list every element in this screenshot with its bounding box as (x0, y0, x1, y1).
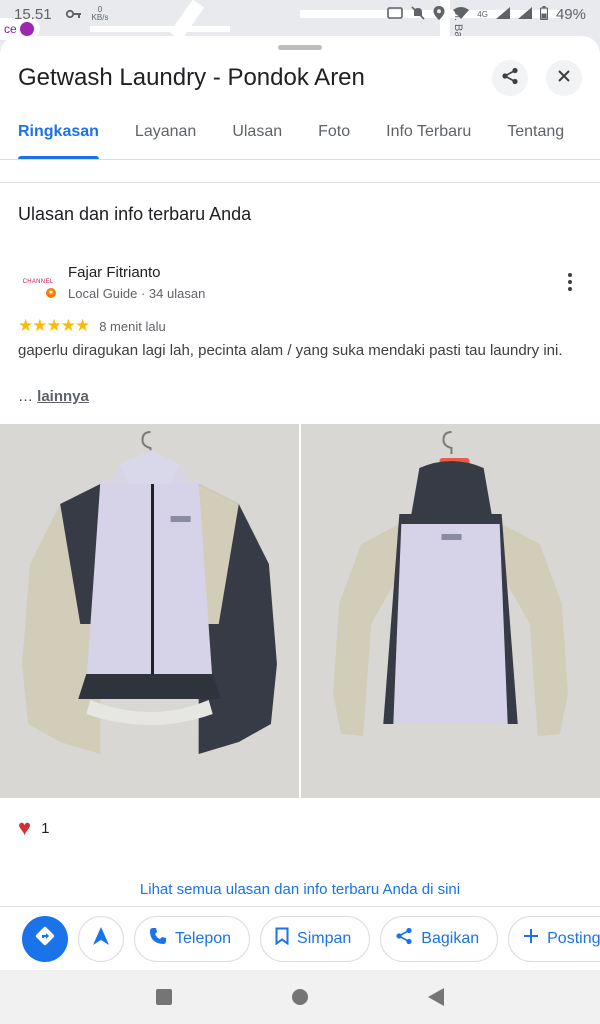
reviewer-name[interactable]: Fajar Fitrianto (68, 264, 161, 281)
tab-ringkasan[interactable]: Ringkasan (0, 108, 117, 159)
navigation-arrow-icon (93, 927, 109, 950)
place-title: Getwash Laundry - Pondok Aren (18, 64, 365, 91)
review-text: gaperlu diragukan lagi lah, pecinta alam… (18, 342, 563, 359)
see-all-reviews-link[interactable]: Lihat semua ulasan dan info terbaru Anda… (0, 881, 600, 898)
plus-icon (523, 928, 539, 949)
section-divider (0, 182, 600, 183)
bookmark-icon (275, 927, 289, 950)
more-vert-icon-dot (568, 287, 572, 291)
mute-icon (411, 5, 425, 23)
review-ellipsis: … (18, 388, 33, 405)
more-vert-icon-dot (568, 280, 572, 284)
close-icon (557, 69, 571, 88)
share-icon (501, 67, 519, 90)
reaction-count: 1 (41, 819, 50, 837)
start-navigation-button[interactable] (78, 915, 124, 962)
avatar-logo-text: CHANNEL (22, 279, 54, 285)
call-label: Telepon (175, 929, 232, 947)
post-label: Posting (547, 929, 600, 947)
tab-layanan[interactable]: Layanan (117, 108, 214, 159)
review-header: CHANNEL Fajar Fitrianto Local Guide · 34… (18, 262, 582, 306)
read-more-link[interactable]: lainnya (37, 388, 89, 405)
cast-icon (387, 6, 404, 22)
call-button[interactable]: Telepon (134, 915, 251, 962)
status-bar: 15.51 0 KB/s 4G 49% (0, 0, 600, 28)
save-label: Simpan (297, 929, 352, 947)
action-bar: Telepon Simpan Bagikan Posting (0, 906, 600, 970)
key-icon (65, 7, 82, 22)
back-button[interactable] (428, 988, 444, 1006)
star-rating: ★★★★★ (18, 316, 90, 335)
share-label: Bagikan (421, 929, 480, 947)
place-sheet: Getwash Laundry - Pondok Aren Ringkasan … (0, 36, 600, 970)
sheet-drag-handle[interactable] (278, 45, 322, 50)
recent-apps-button[interactable] (156, 989, 172, 1005)
reaction-row: ♥ 1 (18, 816, 49, 840)
save-button[interactable]: Simpan (260, 915, 371, 962)
signal-icon (495, 6, 510, 22)
more-vert-icon-dot (568, 273, 572, 277)
share-chip-button[interactable]: Bagikan (380, 915, 499, 962)
system-nav-bar (0, 970, 600, 1024)
directions-button[interactable] (22, 915, 68, 962)
local-guide-badge-icon (44, 286, 58, 300)
tab-foto[interactable]: Foto (300, 108, 368, 159)
wifi-icon (453, 6, 470, 22)
review-more-options-button[interactable] (562, 270, 578, 294)
share-icon (395, 927, 413, 950)
home-button[interactable] (292, 989, 308, 1005)
review-photos (0, 424, 600, 798)
post-button[interactable]: Posting (508, 915, 600, 962)
signal-icon-2 (517, 6, 532, 22)
location-icon (433, 5, 445, 23)
review-time: 8 menit lalu (99, 318, 166, 334)
place-tabs: Ringkasan Layanan Ulasan Foto Info Terba… (0, 108, 600, 160)
tab-ulasan[interactable]: Ulasan (214, 108, 300, 159)
reviewer-meta: Local Guide · 34 ulasan (68, 286, 206, 301)
share-button[interactable] (492, 60, 528, 96)
review-photo-back[interactable] (301, 424, 600, 798)
tab-tentang[interactable]: Tentang (489, 108, 582, 159)
read-more-row: … lainnya (18, 388, 89, 405)
network-type: 4G (477, 9, 488, 19)
tab-info-terbaru[interactable]: Info Terbaru (368, 108, 489, 159)
close-button[interactable] (546, 60, 582, 96)
phone-icon (149, 927, 167, 950)
network-speed-unit: KB/s (91, 13, 109, 22)
rating-row: ★★★★★ 8 menit lalu (18, 316, 166, 336)
section-heading: Ulasan dan info terbaru Anda (18, 204, 252, 224)
title-row: Getwash Laundry - Pondok Aren (0, 58, 600, 98)
heart-reaction-icon[interactable]: ♥ (18, 816, 31, 840)
directions-icon (34, 925, 56, 952)
network-speed: 0 KB/s (92, 6, 109, 22)
battery-level: 49% (555, 5, 586, 23)
battery-icon (539, 5, 549, 23)
review-photo-front[interactable] (0, 424, 299, 798)
status-time: 15.51 (14, 5, 52, 23)
